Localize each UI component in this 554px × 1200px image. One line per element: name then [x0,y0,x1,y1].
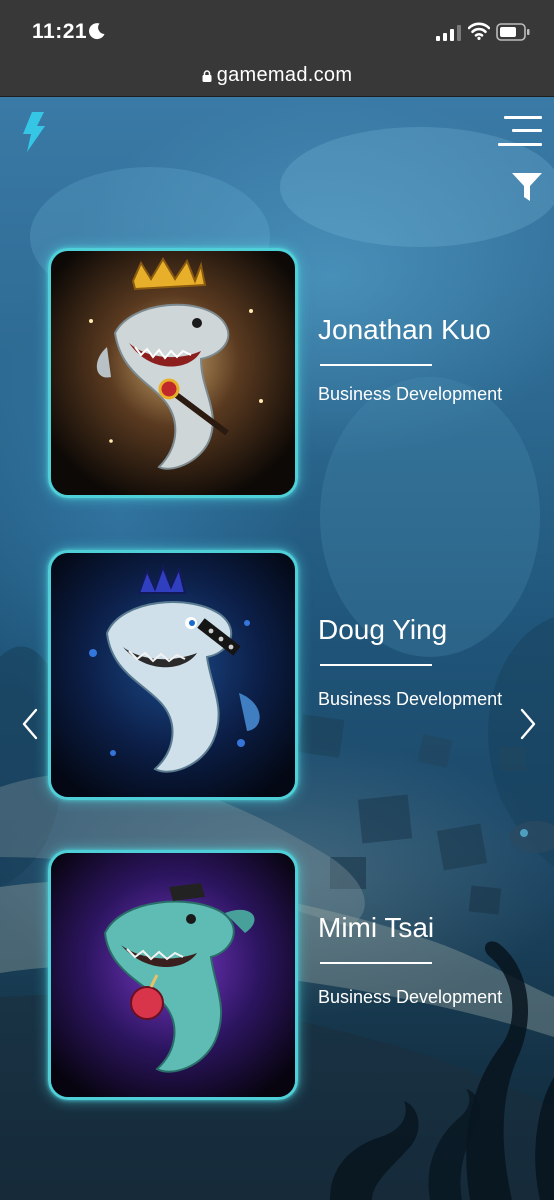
browser-url-bar[interactable]: gamemad.com [0,62,554,97]
avatar [48,248,298,498]
cellular-signal-icon [436,25,461,41]
divider [320,664,432,666]
moon-icon [89,23,105,40]
screen: 11:21 gamemad.com Jonathan Kuo Business … [0,0,554,1200]
menu-line [504,116,542,119]
pirate-shark-portrait [51,853,295,1097]
menu-line [512,129,542,132]
member-role: Business Development [318,689,503,709]
divider [320,962,432,964]
member-role: Business Development [318,987,503,1007]
divider [320,364,432,366]
menu-line [498,143,542,146]
lightning-bolt-icon[interactable] [18,110,48,154]
status-time: 11:21 [32,20,88,43]
wifi-icon [468,22,490,40]
battery-icon [496,23,530,41]
status-bar: 11:21 [0,0,554,62]
avatar [48,850,298,1100]
punk-shark-portrait [51,553,295,797]
hamburger-menu-icon[interactable] [498,114,542,148]
member-name: Doug Ying [318,614,448,645]
lock-icon [202,70,212,82]
team-card[interactable]: Jonathan Kuo Business Development [0,248,554,498]
member-role: Business Development [318,384,503,404]
avatar [48,550,298,800]
crowned-shark-portrait [51,251,295,495]
filter-funnel-icon[interactable] [510,170,544,204]
member-name: Mimi Tsai [318,912,435,943]
chevron-left-icon[interactable] [18,706,44,742]
url-text: gamemad.com [216,64,353,86]
member-name: Jonathan Kuo [318,314,491,345]
team-card[interactable]: Doug Ying Business Development [0,550,554,800]
chevron-right-icon[interactable] [514,706,540,742]
team-card[interactable]: Mimi Tsai Business Development [0,850,554,1100]
